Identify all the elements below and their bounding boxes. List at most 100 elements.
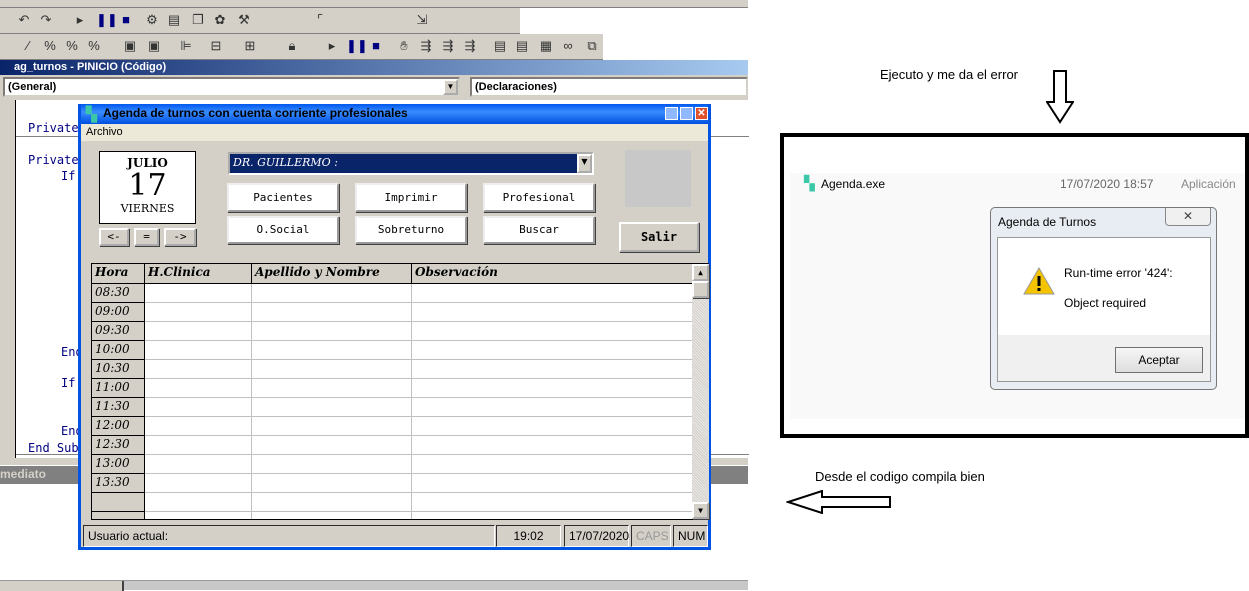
next-day-button[interactable]: -> — [164, 228, 196, 246]
grid-cell[interactable] — [145, 493, 252, 512]
grid-cell[interactable] — [252, 341, 412, 360]
chevron-down-icon[interactable]: ▼ — [577, 154, 592, 173]
form-title-bar[interactable]: ▚ Agenda de turnos con cuenta corriente … — [81, 104, 708, 124]
grid-cell[interactable] — [145, 455, 252, 474]
scroll-down-icon[interactable]: ▼ — [692, 502, 709, 519]
grid-cell[interactable] — [252, 379, 412, 398]
imprimir-button[interactable]: Imprimir — [355, 183, 467, 212]
grid-cell[interactable] — [252, 398, 412, 417]
column-header[interactable]: H.Clinica — [145, 264, 252, 284]
obra-social-button[interactable]: O.Social — [227, 216, 339, 244]
immediate-icon[interactable]: ▤ — [514, 38, 530, 54]
grid-scrollbar[interactable]: ▲ ▼ — [692, 264, 709, 519]
appointments-grid[interactable]: Hora H.Clinica Apellido y Nombre Observació… — [91, 263, 709, 520]
table-row[interactable]: 13:30 — [92, 474, 693, 493]
step-over-icon[interactable]: ⇶ — [440, 38, 456, 54]
grid-cell[interactable] — [145, 379, 252, 398]
salir-button[interactable]: Salir — [619, 222, 699, 252]
prev-day-button[interactable]: <- — [99, 228, 129, 246]
stop-icon[interactable]: ■ — [118, 12, 134, 28]
grid-cell[interactable] — [252, 474, 412, 493]
table-row[interactable]: 08:30 — [92, 284, 693, 303]
lock-icon[interactable]: 🔒︎ — [284, 38, 300, 54]
grid-cell[interactable] — [145, 417, 252, 436]
grid-cell[interactable] — [145, 398, 252, 417]
table-row[interactable]: 12:30 — [92, 436, 693, 455]
table-row[interactable]: 09:30 — [92, 322, 693, 341]
grid-cell[interactable] — [412, 284, 693, 303]
grid-cell[interactable] — [252, 303, 412, 322]
close-icon[interactable]: ✕ — [695, 107, 708, 120]
pause-icon[interactable]: ❚❚ — [346, 38, 368, 54]
table-row[interactable]: 13:00 — [92, 455, 693, 474]
pacientes-button[interactable]: Pacientes — [227, 183, 339, 212]
grid-cell[interactable] — [412, 360, 693, 379]
grid-cell[interactable] — [412, 379, 693, 398]
maximize-icon[interactable] — [680, 107, 693, 120]
indent-icon[interactable]: ⁄ — [20, 38, 36, 54]
aceptar-button[interactable]: Aceptar — [1115, 347, 1203, 373]
grid-cell[interactable] — [145, 284, 252, 303]
grid-cell[interactable] — [412, 398, 693, 417]
undo-icon[interactable]: ↶ — [16, 12, 32, 28]
grid-cell[interactable] — [412, 303, 693, 322]
grid-cell[interactable] — [252, 455, 412, 474]
table-row[interactable]: 11:30 — [92, 398, 693, 417]
watch-icon[interactable]: ▦ — [538, 38, 554, 54]
grid-cell[interactable] — [412, 474, 693, 493]
step-out-icon[interactable]: ⇶ — [462, 38, 478, 54]
table-row[interactable]: 12:00 — [92, 417, 693, 436]
comment-icon[interactable]: % — [42, 38, 58, 54]
object-browser-icon[interactable]: ✿ — [212, 12, 228, 28]
table-row[interactable] — [92, 493, 693, 512]
run-icon[interactable]: ▸ — [324, 38, 340, 54]
step-into-icon[interactable]: ⇶ — [418, 38, 434, 54]
stop-icon[interactable]: ■ — [368, 38, 384, 54]
call-stack-icon[interactable]: ⧉ — [584, 38, 600, 54]
minimize-icon[interactable] — [665, 107, 678, 120]
grid-cell[interactable] — [252, 512, 412, 519]
size-same-icon[interactable]: ⊞ — [242, 38, 258, 54]
grid-cell[interactable] — [412, 436, 693, 455]
grid-cell[interactable] — [412, 322, 693, 341]
grid-cell[interactable] — [252, 322, 412, 341]
locals-icon[interactable]: ▤ — [492, 38, 508, 54]
file-name[interactable]: Agenda.exe — [821, 177, 885, 191]
today-button[interactable]: = — [134, 228, 159, 246]
grid-cell[interactable] — [145, 303, 252, 322]
grid-cell[interactable] — [145, 436, 252, 455]
project-explorer-icon[interactable]: ⚙ — [144, 12, 160, 28]
grid-cell[interactable] — [145, 322, 252, 341]
grid-cell[interactable] — [252, 436, 412, 455]
grid-cell[interactable] — [145, 512, 252, 519]
center-icon[interactable]: ⊟ — [208, 38, 224, 54]
grid-cell[interactable] — [412, 493, 693, 512]
grid-cell[interactable] — [145, 341, 252, 360]
form-layout-icon[interactable]: ❐ — [190, 12, 206, 28]
grid-cell[interactable] — [412, 417, 693, 436]
grid-cell[interactable] — [412, 512, 693, 519]
align-icon[interactable]: ⊫ — [178, 38, 194, 54]
grid-cell[interactable] — [252, 284, 412, 303]
properties-icon[interactable]: ▤ — [166, 12, 182, 28]
grid-cell[interactable] — [252, 417, 412, 436]
pause-icon[interactable]: ❚❚ — [96, 12, 118, 28]
hand-icon[interactable]: ✋︎ — [396, 38, 412, 54]
buscar-button[interactable]: Buscar — [483, 216, 595, 244]
grid-cell[interactable] — [145, 474, 252, 493]
profesional-button[interactable]: Profesional — [483, 183, 595, 212]
quick-watch-icon[interactable]: ∞ — [560, 38, 576, 54]
grid-cell[interactable] — [252, 493, 412, 512]
grid-cell[interactable] — [412, 455, 693, 474]
procedure-combo[interactable]: (Declaraciones) — [470, 77, 748, 97]
uncomment-icon[interactable]: % — [64, 38, 80, 54]
object-combo[interactable]: (General) ▼ — [3, 77, 460, 97]
menu-archivo[interactable]: Archivo — [86, 126, 123, 138]
grid-cell[interactable] — [145, 360, 252, 379]
bring-front-icon[interactable]: ▣ — [122, 38, 138, 54]
chevron-down-icon[interactable]: ▼ — [443, 79, 458, 95]
table-row[interactable]: 10:30 — [92, 360, 693, 379]
column-header[interactable]: Observación — [412, 264, 693, 284]
table-row[interactable]: 09:00 — [92, 303, 693, 322]
column-header[interactable]: Hora — [92, 264, 145, 284]
